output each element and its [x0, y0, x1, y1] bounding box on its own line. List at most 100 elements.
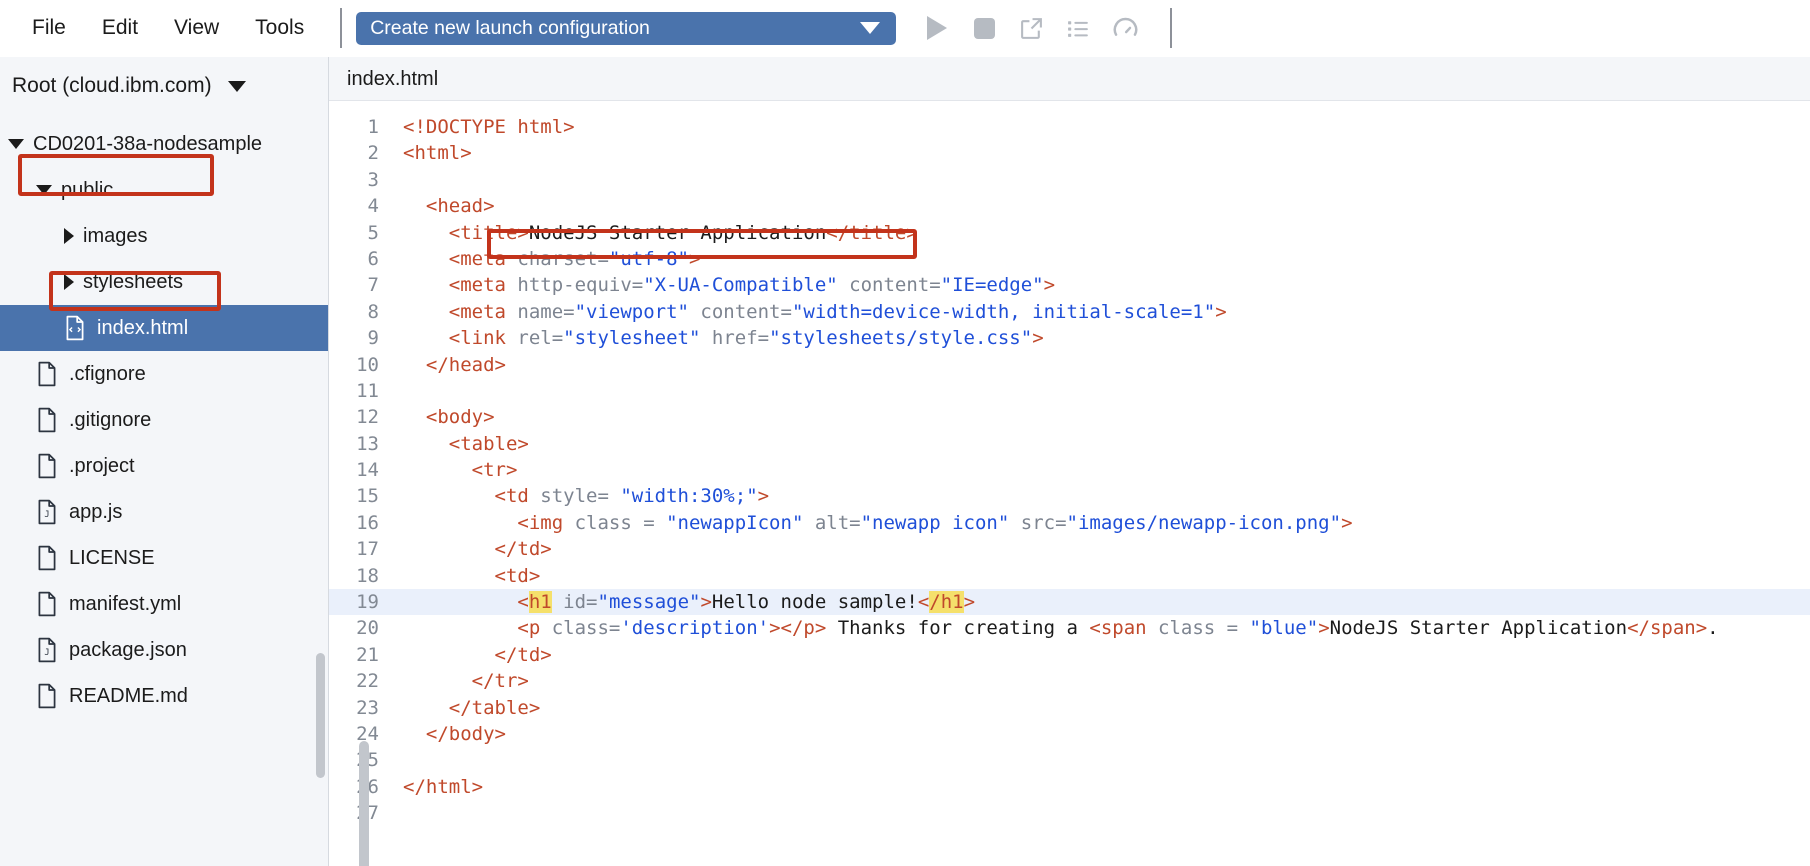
code-token-attr: style= — [540, 485, 621, 508]
code-token-txt: Hello node sample! — [711, 591, 918, 614]
tab-index-html[interactable]: index.html — [329, 57, 456, 101]
menu-edit[interactable]: Edit — [84, 12, 156, 44]
menu-view[interactable]: View — [156, 12, 237, 44]
code-token-mark: /h1 — [929, 591, 964, 614]
code-token-tag: > — [688, 247, 701, 270]
toolbar-actions — [918, 9, 1144, 47]
code-token-tag: </td> — [403, 643, 552, 666]
file-icon — [36, 361, 58, 387]
chevron-right-icon[interactable] — [64, 274, 74, 290]
code-line-text: </table> — [391, 695, 1810, 721]
tree-item-license[interactable]: LICENSE — [0, 535, 328, 581]
code-token-tag: > — [1215, 300, 1227, 323]
tree-item-cd0201-38a-nodesample[interactable]: CD0201-38a-nodesample — [0, 121, 328, 167]
tree-item-cfignore[interactable]: .cfignore — [0, 351, 328, 397]
code-viewport[interactable]: 1 <!DOCTYPE html> 2 <html> 3 4 <head> 5 <title… — [329, 101, 1810, 866]
code-token-attr: class= — [551, 617, 621, 640]
line-number: 4 — [367, 195, 379, 218]
code-token-tag: <meta — [403, 247, 518, 270]
tree-item-gitignore[interactable]: .gitignore — [0, 397, 328, 443]
line-number: 22 — [356, 670, 379, 693]
code-line[interactable]: 26</html> — [329, 774, 1810, 800]
code-line[interactable]: 2 <html> — [329, 140, 1810, 166]
code-line[interactable]: 14 <tr> — [329, 457, 1810, 483]
code-line[interactable]: 25 — [329, 747, 1810, 773]
code-line-text: <p class='description'></p> Thanks for c… — [391, 615, 1810, 641]
code-token-val: "stylesheets/style.css" — [769, 327, 1033, 350]
code-line[interactable]: 23 </table> — [329, 695, 1810, 721]
stop-button[interactable] — [965, 9, 1003, 47]
sidebar-scrollbar-thumb[interactable] — [316, 653, 325, 778]
code-token-tag: ></p> — [769, 617, 827, 640]
tree-item-index-html[interactable]: index.html — [0, 305, 328, 351]
tree-item-stylesheets[interactable]: stylesheets — [0, 259, 328, 305]
tree-item-project[interactable]: .project — [0, 443, 328, 489]
code-token-tag: <td> — [403, 564, 541, 587]
line-number: 18 — [356, 564, 379, 587]
code-line-text: <body> — [391, 404, 1810, 430]
tree-item-public[interactable]: public — [0, 167, 328, 213]
line-number: 12 — [356, 406, 379, 429]
ide-window: File Edit View Tools Create new launch conf… — [0, 0, 1810, 866]
tree-item-label: package.json — [69, 638, 187, 661]
line-number: 16 — [356, 511, 379, 534]
code-lines: 1 <!DOCTYPE html> 2 <html> 3 4 <head> 5 <title… — [329, 114, 1810, 827]
code-line[interactable]: 10 </head> — [329, 352, 1810, 378]
code-line[interactable]: 15 <td style= "width:30%;"> — [329, 483, 1810, 509]
tree-item-images[interactable]: images — [0, 213, 328, 259]
code-line[interactable]: 1 <!DOCTYPE html> — [329, 114, 1810, 140]
menu-tools[interactable]: Tools — [237, 12, 322, 44]
launch-configuration-select[interactable]: Create new launch configuration — [356, 11, 897, 45]
tree-item-readme-md[interactable]: README.md — [0, 673, 328, 719]
code-line[interactable]: 13 <table> — [329, 431, 1810, 457]
code-token-val: "message" — [597, 591, 701, 614]
run-button[interactable] — [918, 9, 956, 47]
code-line[interactable]: 24 </body> — [329, 721, 1810, 747]
open-external-button[interactable] — [1012, 9, 1050, 47]
code-line[interactable]: 6 <meta charset="utf-8"> — [329, 246, 1810, 272]
code-token-attr: src= — [1009, 511, 1067, 534]
code-line[interactable]: 21 </td> — [329, 642, 1810, 668]
code-token-val: "width=device-width, initial-scale=1" — [791, 300, 1216, 323]
code-line[interactable]: 4 <head> — [329, 193, 1810, 219]
code-line[interactable]: 5 <title>NodeJS Starter Application</tit… — [329, 220, 1810, 246]
code-line[interactable]: 20 <p class='description'></p> Thanks fo… — [329, 615, 1810, 641]
code-line[interactable]: 9 <link rel="stylesheet" href="styleshee… — [329, 325, 1810, 351]
code-line[interactable]: 17 </td> — [329, 536, 1810, 562]
code-line[interactable]: 12 <body> — [329, 404, 1810, 430]
code-line[interactable]: 3 — [329, 167, 1810, 193]
workspace-root-selector[interactable]: Root (cloud.ibm.com) — [0, 57, 328, 115]
code-line[interactable]: 27 — [329, 800, 1810, 826]
code-line[interactable]: 22 </tr> — [329, 668, 1810, 694]
tree-item-label: .cfignore — [69, 362, 146, 385]
launch-configuration-value: Create new launch configuration — [370, 16, 650, 39]
code-token-mark: h1 — [528, 591, 552, 614]
code-token-tag: <meta — [403, 274, 518, 297]
code-line[interactable]: 18 <td> — [329, 563, 1810, 589]
tree-item-manifest-yml[interactable]: manifest.yml — [0, 581, 328, 627]
code-line[interactable]: 16 <img class = "newappIcon" alt="newapp… — [329, 510, 1810, 536]
menu-bar: File Edit View Tools — [14, 12, 322, 44]
code-line[interactable]: 11 — [329, 378, 1810, 404]
menu-file[interactable]: File — [14, 12, 84, 44]
editor-scrollbar-thumb[interactable] — [359, 741, 369, 866]
code-token-attr: id= — [551, 591, 598, 614]
code-line[interactable]: 8 <meta name="viewport" content="width=d… — [329, 299, 1810, 325]
code-line[interactable]: 19 <h1 id="message">Hello node sample!</… — [329, 589, 1810, 616]
line-number: 7 — [367, 274, 379, 297]
chevron-right-icon[interactable] — [64, 228, 74, 244]
output-list-button[interactable] — [1059, 9, 1097, 47]
code-line[interactable]: 7 <meta http-equiv="X-UA-Compatible" con… — [329, 272, 1810, 298]
chevron-down-icon[interactable] — [8, 139, 24, 149]
code-line-text: <table> — [391, 431, 1810, 457]
tree-item-package-json[interactable]: Jpackage.json — [0, 627, 328, 673]
tree-item-app-js[interactable]: Japp.js — [0, 489, 328, 535]
line-number: 15 — [356, 485, 379, 508]
code-token-tag: </html> — [403, 775, 484, 798]
code-token-txt: Thanks for creating a — [826, 617, 1090, 640]
code-token-tag: > — [1043, 274, 1056, 297]
gauge-button[interactable] — [1106, 9, 1144, 47]
file-icon — [36, 591, 58, 617]
tree-item-label: README.md — [69, 684, 188, 707]
chevron-down-icon[interactable] — [36, 185, 52, 195]
